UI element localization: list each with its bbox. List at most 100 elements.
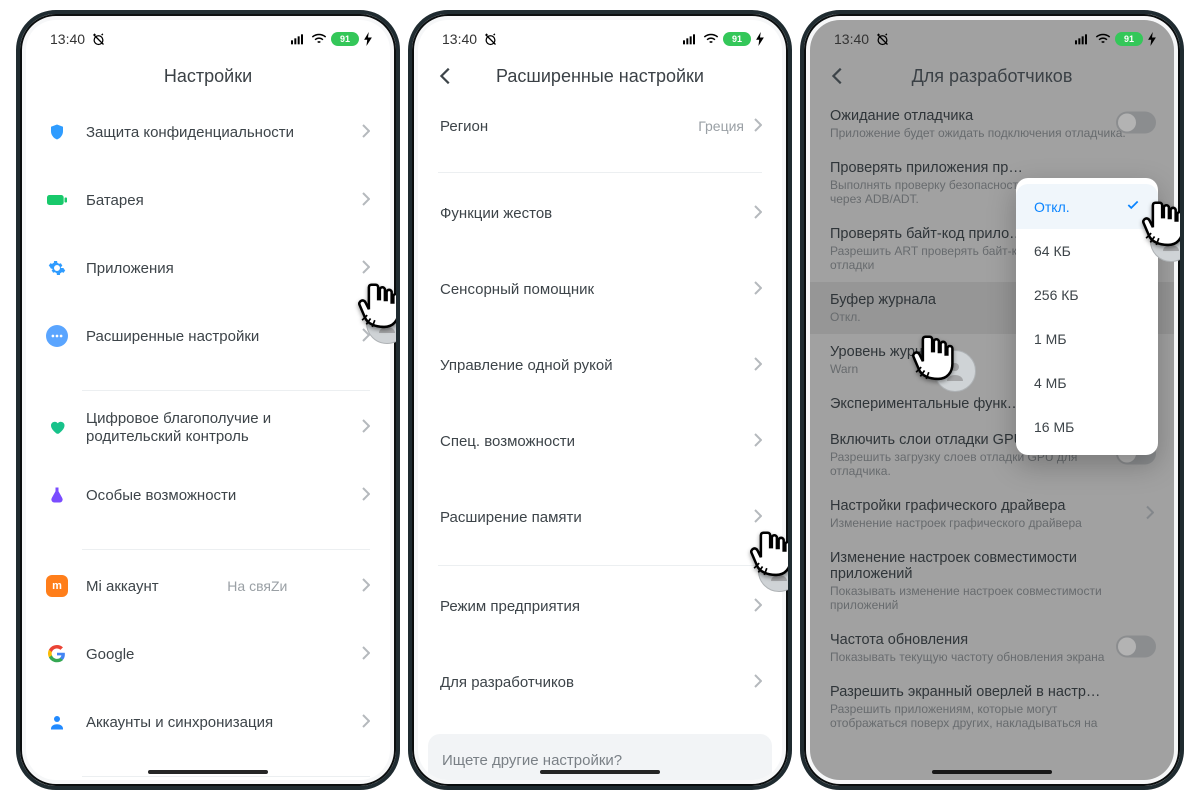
row-режим-предприятия[interactable]: Режим предприятия — [418, 568, 782, 644]
person-icon — [46, 711, 68, 733]
wifi-icon — [703, 33, 719, 45]
heart-icon — [46, 416, 68, 438]
alarm-off-icon — [875, 32, 890, 47]
option-label: 64 КБ — [1034, 243, 1071, 259]
footer-question: Ищете другие настройки? — [442, 752, 758, 769]
dropdown-option[interactable]: 64 КБ — [1016, 229, 1158, 273]
back-button[interactable] — [824, 62, 852, 90]
chevron-right-icon — [754, 357, 762, 374]
chevron-right-icon — [754, 674, 762, 691]
dropdown-option[interactable]: 256 КБ — [1016, 273, 1158, 317]
page-header: Настройки — [26, 54, 390, 98]
row-accounts-sync[interactable]: Аккаунты и синхронизация — [26, 688, 390, 756]
row-label: Цифровое благополучие и — [86, 410, 271, 427]
option-label: Откл. — [1034, 199, 1070, 215]
chevron-right-icon — [754, 205, 762, 222]
chevron-right-icon — [754, 598, 762, 615]
row-mi-account[interactable]: m Mi аккаунт На свяZи — [26, 552, 390, 620]
row-region[interactable]: Регион Греция — [418, 98, 782, 166]
row-special[interactable]: Особые возможности — [26, 461, 390, 529]
option-label: 4 МБ — [1034, 375, 1067, 391]
row-функции-жестов[interactable]: Функции жестов — [418, 175, 782, 251]
row-apps[interactable]: Приложения — [26, 234, 390, 302]
row-label: Сенсорный помощник — [440, 281, 594, 298]
row-wellbeing[interactable]: Цифровое благополучие и родительский кон… — [26, 393, 390, 461]
dropdown-option[interactable]: 4 МБ — [1016, 361, 1158, 405]
dropdown-option[interactable]: 16 МБ — [1016, 405, 1158, 449]
signal-icon — [1075, 33, 1091, 45]
home-indicator[interactable] — [540, 770, 660, 774]
signal-icon — [683, 33, 699, 45]
phone-settings: 13:40 91 Настройки Защита конфиденциальн… — [16, 10, 400, 790]
chevron-right-icon — [362, 646, 370, 663]
row-label: Расширенные настройки — [86, 328, 259, 345]
row-privacy-protection[interactable]: Защита конфиденциальности — [26, 98, 390, 166]
page-header: Для разработчиков — [810, 54, 1174, 98]
check-icon — [1126, 198, 1140, 215]
status-time: 13:40 — [50, 31, 85, 47]
page-title: Для разработчиков — [912, 66, 1073, 87]
charge-bolt-icon — [756, 32, 764, 46]
row-спец.-возможности[interactable]: Спец. возможности — [418, 403, 782, 479]
status-bar: 13:40 91 — [810, 20, 1174, 54]
row-расширение-памяти[interactable]: Расширение памяти — [418, 479, 782, 555]
row-управление-одной-рукой[interactable]: Управление одной рукой — [418, 327, 782, 403]
advanced-list: Регион Греция Функции жестов Сенсорный по… — [418, 98, 782, 780]
chevron-right-icon — [362, 714, 370, 731]
page-title: Расширенные настройки — [496, 66, 704, 87]
row-label: Особые возможности — [86, 487, 236, 504]
alarm-off-icon — [91, 32, 106, 47]
chevron-right-icon — [754, 118, 762, 135]
row-label: Mi аккаунт — [86, 578, 159, 595]
status-time: 13:40 — [834, 31, 869, 47]
option-label: 256 КБ — [1034, 287, 1079, 303]
row-сенсорный-помощник[interactable]: Сенсорный помощник — [418, 251, 782, 327]
row-privacy[interactable]: Конфиденциальность — [26, 779, 390, 780]
status-time: 13:40 — [442, 31, 477, 47]
battery-icon: 91 — [331, 32, 359, 46]
suggestion-link[interactable]: Резервирование и восстановление — [442, 779, 758, 780]
status-bar: 13:40 91 — [26, 20, 390, 54]
row-label: Аккаунты и синхронизация — [86, 714, 273, 731]
back-button[interactable] — [432, 62, 460, 90]
chevron-right-icon — [362, 419, 370, 436]
chevron-right-icon — [362, 487, 370, 504]
wifi-icon — [1095, 33, 1111, 45]
row-google[interactable]: Google — [26, 620, 390, 688]
row-label: Google — [86, 646, 134, 663]
dropdown-option[interactable]: Откл. — [1016, 184, 1158, 229]
ellipsis-icon — [46, 325, 68, 347]
row-для-разработчиков[interactable]: Для разработчиков — [418, 644, 782, 720]
row-advanced[interactable]: Расширенные настройки — [26, 302, 390, 370]
chevron-right-icon — [362, 260, 370, 277]
dropdown-option[interactable]: 1 МБ — [1016, 317, 1158, 361]
page-header: Расширенные настройки — [418, 54, 782, 98]
page-title: Настройки — [164, 66, 252, 87]
row-label: Режим предприятия — [440, 598, 580, 615]
row-label: Приложения — [86, 260, 174, 277]
gear-icon — [46, 257, 68, 279]
row-note: На свяZи — [227, 578, 287, 594]
home-indicator[interactable] — [932, 770, 1052, 774]
row-label: Расширение памяти — [440, 509, 582, 526]
status-bar: 13:40 91 — [418, 20, 782, 54]
mi-logo-icon: m — [46, 575, 68, 597]
home-indicator[interactable] — [148, 770, 268, 774]
region-value: Греция — [698, 118, 744, 134]
row-label2: родительский контроль — [86, 428, 271, 445]
row-battery[interactable]: Батарея — [26, 166, 390, 234]
row-label: Для разработчиков — [440, 674, 574, 691]
chevron-right-icon — [754, 433, 762, 450]
chevron-right-icon — [362, 578, 370, 595]
chevron-right-icon — [754, 509, 762, 526]
alarm-off-icon — [483, 32, 498, 47]
chevron-right-icon — [754, 281, 762, 298]
phone-developer-options: 13:40 91 Для разработчиков Ожидание отла… — [800, 10, 1184, 790]
chevron-right-icon — [362, 192, 370, 209]
buffer-size-dropdown: Откл. 64 КБ 256 КБ 1 МБ 4 МБ 16 МБ — [1016, 178, 1158, 455]
row-label: Защита конфиденциальности — [86, 124, 294, 141]
avatar-circle — [366, 302, 400, 344]
google-logo-icon — [46, 643, 68, 665]
signal-icon — [291, 33, 307, 45]
row-label: Функции жестов — [440, 205, 552, 222]
